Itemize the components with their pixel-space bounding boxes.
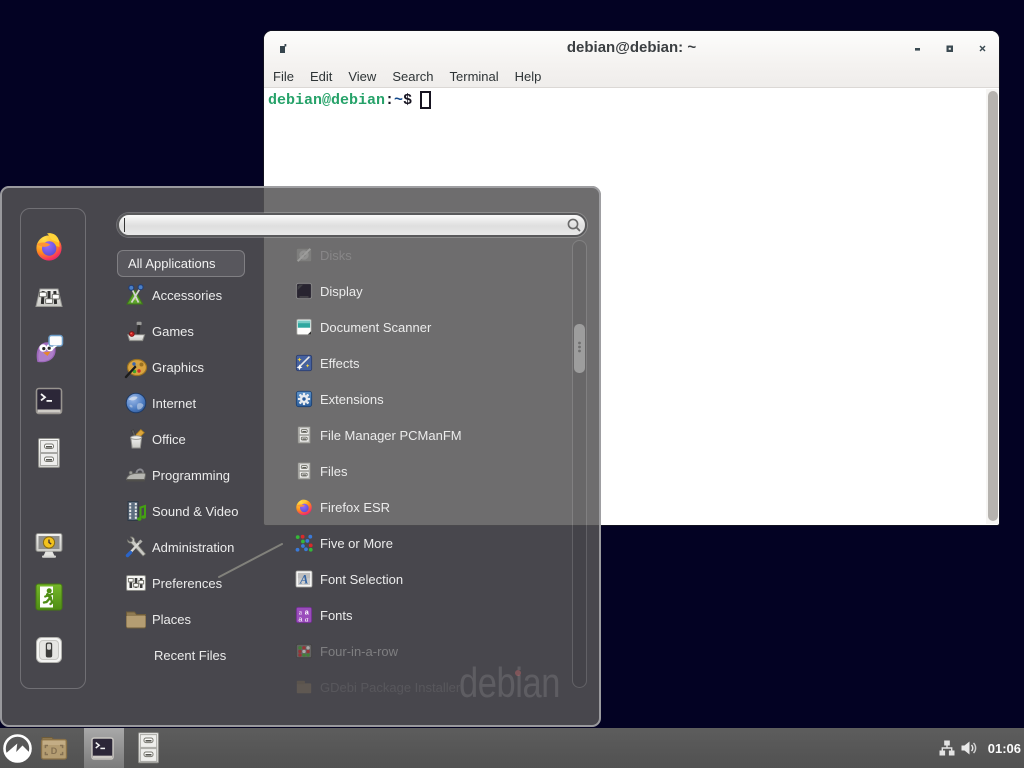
svg-text:a: a <box>298 614 302 623</box>
svg-text:a: a <box>305 615 309 623</box>
svg-text:A: A <box>299 572 308 586</box>
svg-text:D: D <box>51 746 58 756</box>
